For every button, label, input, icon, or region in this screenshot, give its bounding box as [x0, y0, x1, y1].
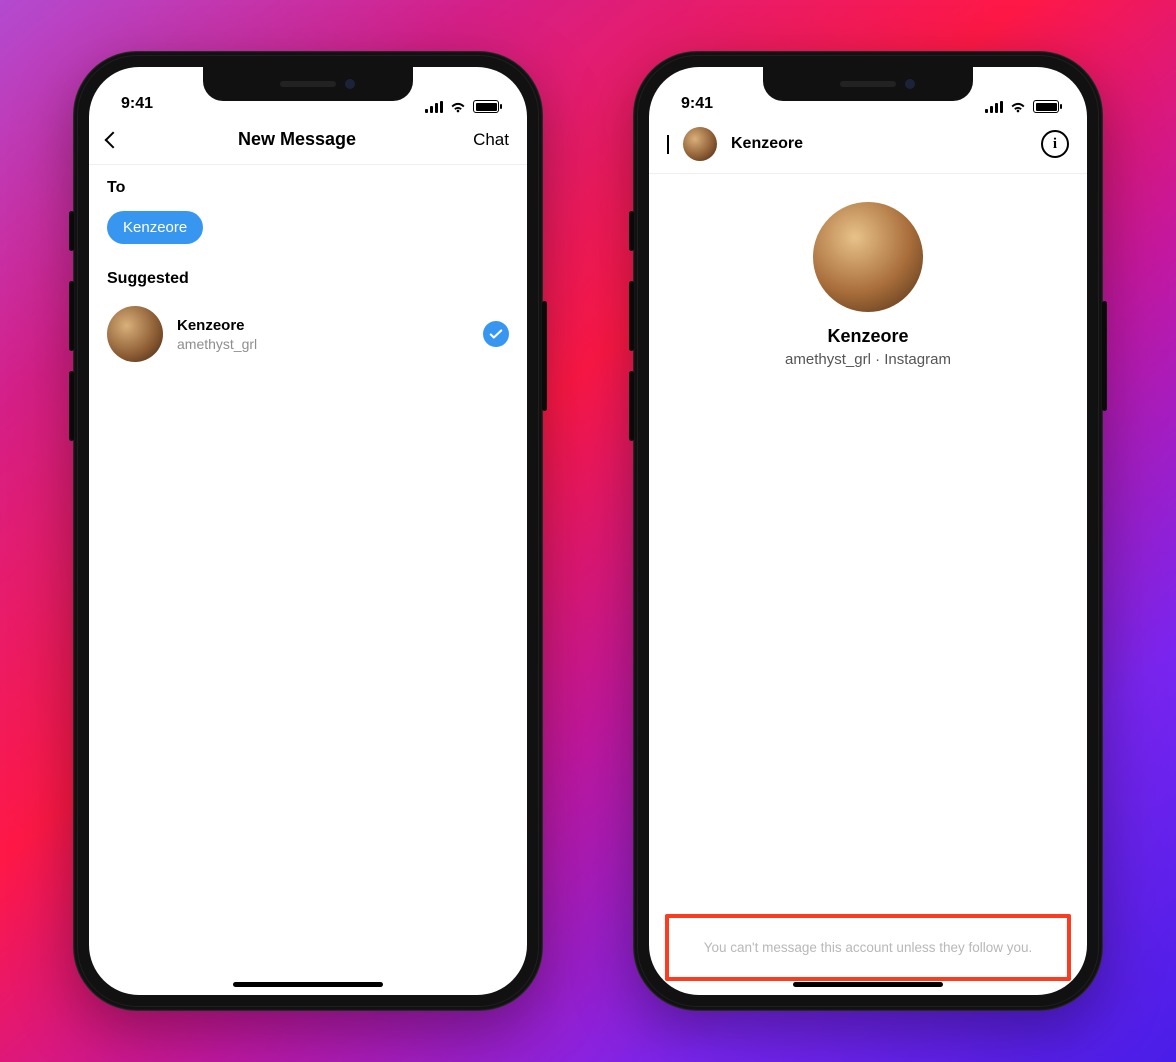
cellular-icon [425, 101, 443, 113]
wifi-icon [449, 100, 467, 113]
chevron-left-icon [667, 135, 669, 154]
avatar[interactable] [813, 202, 923, 312]
screen-new-message: 9:41 New Message Chat To Kenzeore Sugges… [89, 67, 527, 995]
status-icons [425, 100, 499, 113]
phone-right: 9:41 Kenzeore i Kenzeore amethyst_grl · … [633, 51, 1103, 1011]
suggested-heading: Suggested [89, 260, 527, 296]
restriction-text: You can't message this account unless th… [704, 940, 1033, 955]
info-icon: i [1053, 136, 1057, 153]
suggested-name: Kenzeore [177, 317, 469, 334]
suggested-text: Kenzeore amethyst_grl [177, 317, 469, 352]
notch [203, 67, 413, 101]
profile-subtitle: amethyst_grl · Instagram [785, 351, 951, 368]
suggested-username: amethyst_grl [177, 336, 469, 352]
battery-icon [473, 100, 499, 113]
to-label: To [89, 165, 527, 203]
status-time: 9:41 [121, 95, 153, 113]
suggested-row[interactable]: Kenzeore amethyst_grl [89, 296, 527, 372]
home-indicator[interactable] [233, 982, 383, 987]
chat-username[interactable]: Kenzeore [731, 135, 1027, 153]
home-indicator[interactable] [793, 982, 943, 987]
cellular-icon [985, 101, 1003, 113]
screen-chat: 9:41 Kenzeore i Kenzeore amethyst_grl · … [649, 67, 1087, 995]
nav-title: New Message [135, 129, 459, 150]
battery-icon [1033, 100, 1059, 113]
message-restriction-notice: You can't message this account unless th… [665, 914, 1071, 981]
avatar[interactable] [683, 127, 717, 161]
status-icons [985, 100, 1059, 113]
nav-bar: New Message Chat [89, 115, 527, 165]
wifi-icon [1009, 100, 1027, 113]
chat-button[interactable]: Chat [459, 130, 509, 150]
info-button[interactable]: i [1041, 130, 1069, 158]
chat-body [649, 378, 1087, 914]
recipient-chip[interactable]: Kenzeore [107, 211, 203, 244]
avatar [107, 306, 163, 362]
status-time: 9:41 [681, 95, 713, 113]
notch [763, 67, 973, 101]
phone-left: 9:41 New Message Chat To Kenzeore Sugges… [73, 51, 543, 1011]
profile-name: Kenzeore [827, 326, 908, 347]
chat-nav-bar: Kenzeore i [649, 115, 1087, 174]
back-button[interactable] [667, 135, 669, 153]
recipient-chips: Kenzeore [89, 203, 527, 260]
chevron-left-icon [105, 131, 122, 148]
profile-summary: Kenzeore amethyst_grl · Instagram [649, 174, 1087, 378]
back-button[interactable] [107, 134, 135, 146]
selected-check-icon [483, 321, 509, 347]
